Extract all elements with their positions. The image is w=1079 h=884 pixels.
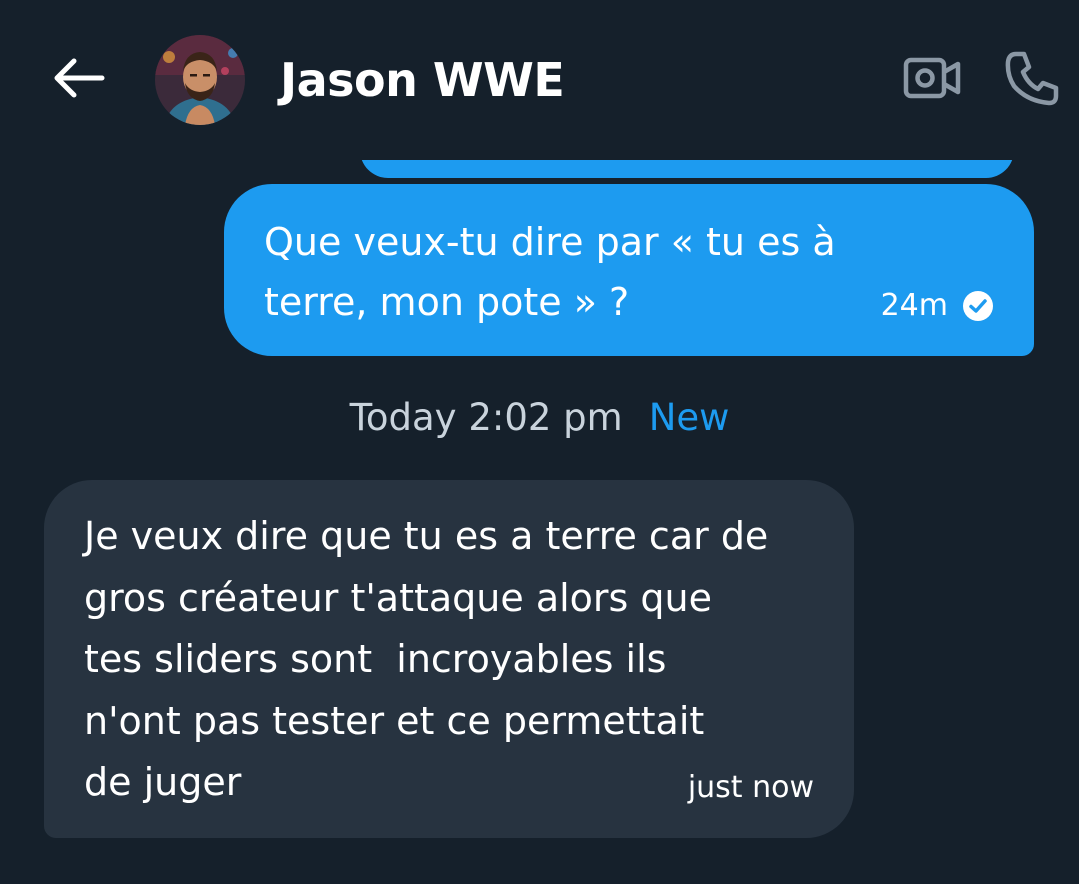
date-label: Today 2:02 pm [349, 396, 623, 439]
received-message-text: Je veux dire que tu es a terre car de gr… [84, 514, 769, 804]
avatar-image [155, 35, 245, 125]
arrow-left-icon [54, 58, 105, 98]
contact-name[interactable]: Jason WWE [280, 52, 565, 108]
received-message-time: just now [687, 770, 814, 805]
conversation-header: Jason WWE [0, 0, 1079, 160]
sent-message-bubble[interactable]: Que veux-tu dire par « tu es à terre, mo… [224, 184, 1034, 356]
sent-message-time: 24m [880, 288, 948, 323]
video-call-button[interactable] [900, 52, 964, 104]
received-message-bubble[interactable]: Je veux dire que tu es a terre car de gr… [44, 480, 854, 838]
sent-message-text: Que veux-tu dire par « tu es à terre, mo… [264, 220, 836, 324]
phone-icon [1005, 51, 1059, 106]
avatar[interactable] [155, 35, 245, 125]
date-divider: Today 2:02 pm New [0, 392, 1079, 444]
dm-conversation-screen: Jason WWE Que veux-tu dire par « tu es à… [0, 0, 1079, 884]
video-camera-icon [903, 57, 961, 99]
check-circle-icon [962, 290, 994, 322]
back-button[interactable] [48, 50, 108, 106]
new-messages-label: New [648, 396, 730, 439]
voice-call-button[interactable] [1000, 46, 1064, 110]
sent-message-meta: 24m [881, 288, 994, 323]
